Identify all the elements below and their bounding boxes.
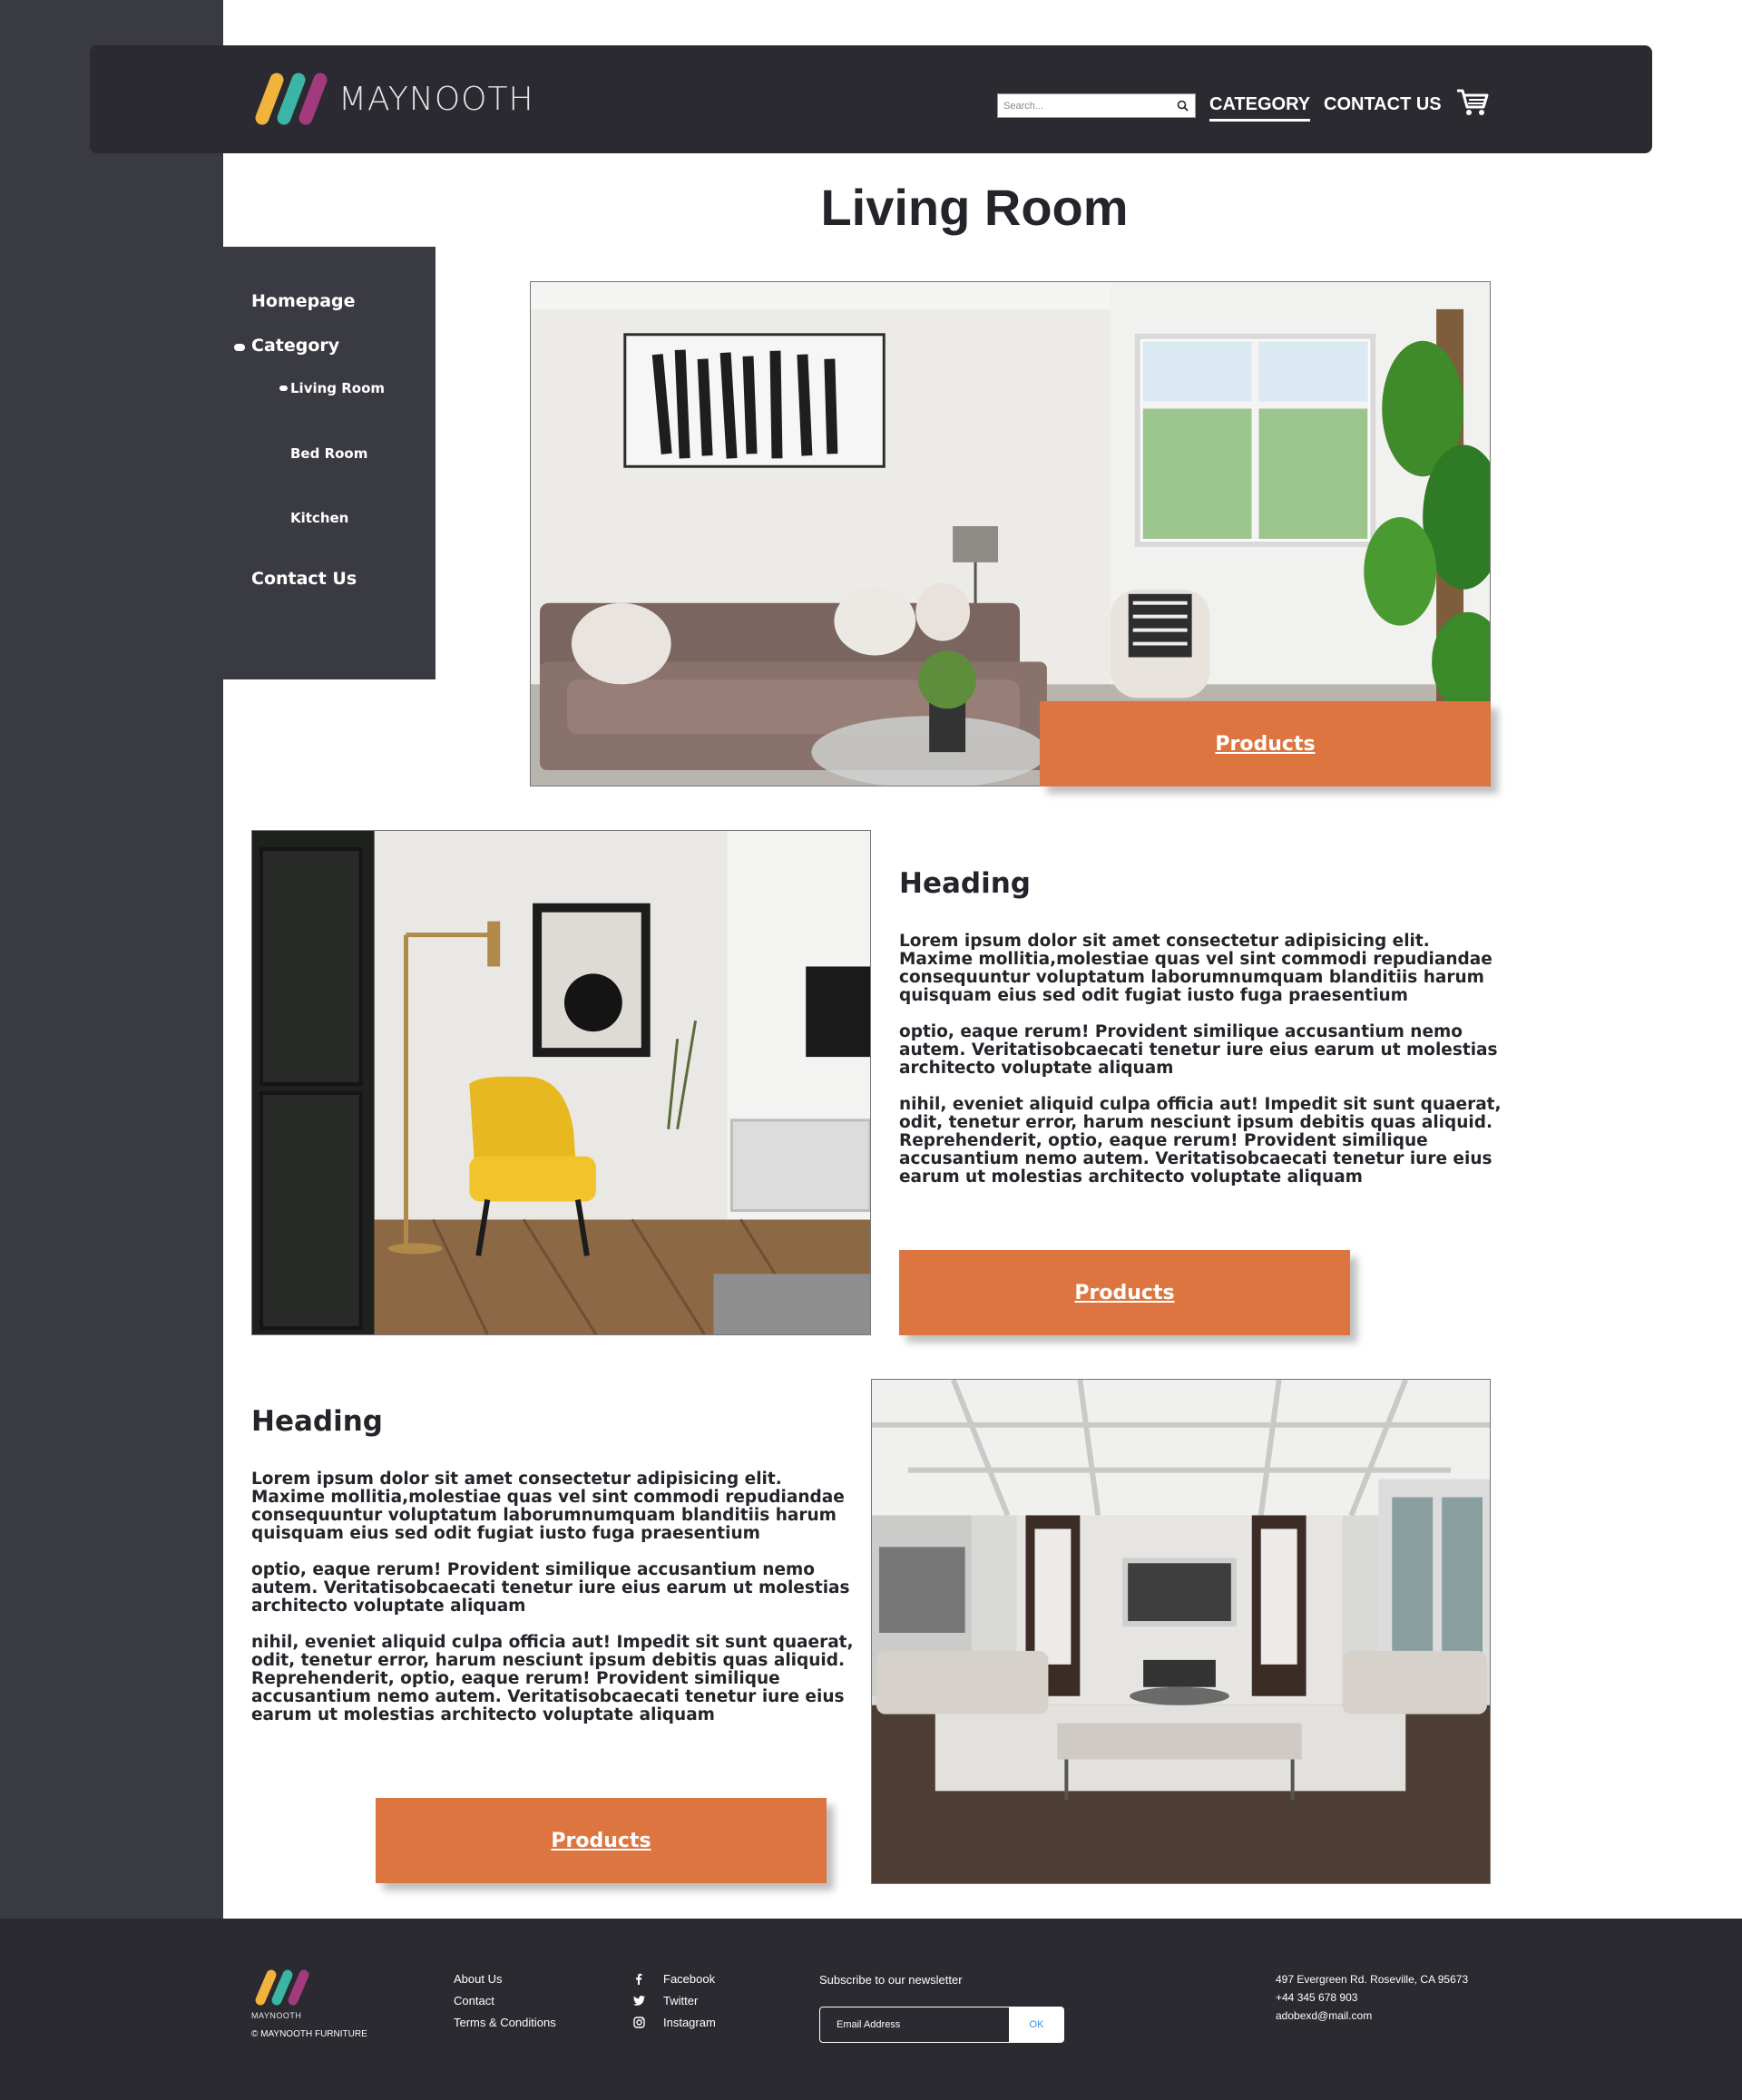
footer: MAYNOOTH © MAYNOOTH FURNITURE About Us C…	[0, 1919, 1742, 2100]
email-input[interactable]	[820, 2007, 1009, 2042]
footer-logo-text: MAYNOOTH	[251, 2011, 302, 2020]
paragraph: nihil, eveniet aliquid culpa officia aut…	[251, 1633, 854, 1724]
nav-contact-us[interactable]: CONTACT US	[1324, 94, 1442, 115]
page-title: Living Room	[820, 179, 1129, 236]
footer-social-instagram[interactable]: Instagram	[632, 2016, 716, 2029]
sidebar-nav: Homepage Category Living Room Bed Room K…	[223, 247, 436, 679]
search-box	[997, 93, 1196, 118]
paragraph: optio, eaque rerum! Provident similique …	[899, 1022, 1498, 1078]
products-button[interactable]: Products	[899, 1250, 1350, 1335]
header-bar: MAYNOOTH CATEGORY CONTACT US	[90, 45, 1652, 153]
products-button[interactable]: Products	[376, 1798, 827, 1883]
logo-text: MAYNOOTH	[338, 80, 534, 118]
footer-social-twitter[interactable]: Twitter	[632, 1994, 698, 2007]
search-input[interactable]	[998, 94, 1170, 117]
section-text: Lorem ipsum dolor sit amet consectetur a…	[899, 933, 1507, 1187]
nav-category[interactable]: CATEGORY	[1209, 94, 1311, 122]
twitter-icon	[632, 1995, 645, 2007]
yellow-armchair-photo	[251, 830, 871, 1335]
logo-icon	[255, 73, 328, 125]
instagram-label: Instagram	[663, 2016, 716, 2029]
left-strip	[0, 0, 223, 1919]
search-icon[interactable]	[1170, 95, 1194, 117]
paragraph: Lorem ipsum dolor sit amet consectetur a…	[899, 932, 1492, 1005]
section-heading: Heading	[899, 867, 1031, 900]
sidebar-item-homepage[interactable]: Homepage	[251, 291, 356, 311]
instagram-icon	[632, 2017, 645, 2029]
paragraph: optio, eaque rerum! Provident similique …	[251, 1560, 850, 1616]
active-dot-icon	[279, 386, 288, 391]
twitter-label: Twitter	[663, 1994, 699, 2007]
cart-icon[interactable]	[1455, 87, 1490, 122]
footer-email[interactable]: adobexd@mail.com	[1276, 2009, 1372, 2022]
logo[interactable]: MAYNOOTH	[250, 71, 534, 127]
section-heading: Heading	[251, 1405, 383, 1438]
footer-link-terms[interactable]: Terms & Conditions	[454, 2016, 556, 2029]
products-button[interactable]: Products	[1040, 701, 1491, 786]
footer-phone: +44 345 678 903	[1276, 1991, 1358, 2004]
footer-address: 497 Evergreen Rd. Roseville, CA 95673	[1276, 1973, 1469, 1986]
footer-logo-icon[interactable]	[251, 1968, 311, 2012]
newsletter-email-field	[819, 2007, 1010, 2043]
sidebar-item-contact-us[interactable]: Contact Us	[251, 569, 357, 589]
active-dot-icon	[234, 344, 245, 351]
footer-social-facebook[interactable]: Facebook	[632, 1972, 715, 1986]
paragraph: Lorem ipsum dolor sit amet consectetur a…	[251, 1470, 845, 1543]
footer-copyright: © MAYNOOTH FURNITURE	[251, 2029, 367, 2039]
sidebar-item-kitchen[interactable]: Kitchen	[290, 510, 348, 526]
footer-link-contact[interactable]: Contact	[454, 1994, 494, 2007]
newsletter-title: Subscribe to our newsletter	[819, 1973, 963, 1987]
sidebar-item-living-room[interactable]: Living Room	[290, 380, 385, 396]
facebook-label: Facebook	[663, 1972, 716, 1986]
facebook-icon	[632, 1973, 645, 1986]
footer-link-about-us[interactable]: About Us	[454, 1972, 502, 1986]
section-text: Lorem ipsum dolor sit amet consectetur a…	[251, 1470, 859, 1724]
grand-living-room-photo	[871, 1379, 1491, 1884]
paragraph: nihil, eveniet aliquid culpa officia aut…	[899, 1095, 1502, 1187]
newsletter-ok-button[interactable]: OK	[1009, 2007, 1064, 2043]
sidebar-item-category[interactable]: Category	[251, 336, 339, 356]
sidebar-item-bed-room[interactable]: Bed Room	[290, 445, 367, 462]
